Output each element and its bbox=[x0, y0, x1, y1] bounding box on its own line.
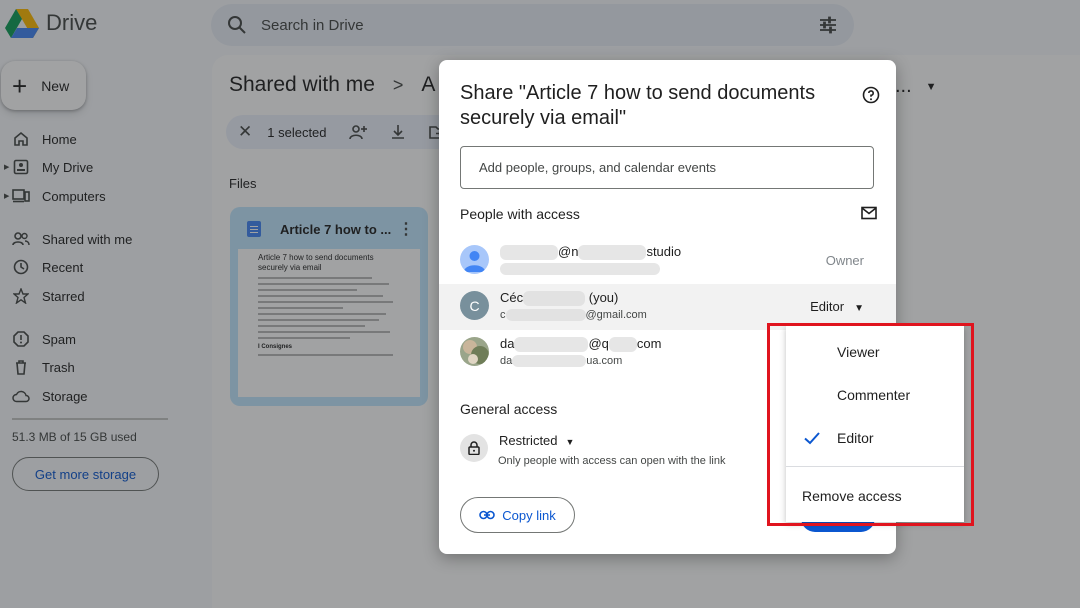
person-name: @n studio bbox=[500, 244, 682, 261]
general-access-dropdown[interactable]: Restricted ▼ bbox=[499, 433, 574, 448]
dropdown-arrow-icon: ▼ bbox=[565, 437, 575, 447]
share-dialog-title: Share "Article 7 how to send documents s… bbox=[460, 82, 816, 129]
avatar bbox=[460, 337, 489, 366]
person-name-part: @q bbox=[588, 336, 609, 351]
role-label: Editor bbox=[810, 299, 845, 314]
redacted-text bbox=[514, 337, 589, 353]
people-with-access-heading: People with access bbox=[460, 206, 580, 222]
access-level-label: Restricted bbox=[499, 433, 558, 448]
person-email: c @gmail.com bbox=[500, 309, 647, 322]
avatar bbox=[460, 245, 489, 274]
person-name-part: (you) bbox=[588, 290, 619, 305]
copy-link-button[interactable]: Copy link bbox=[460, 497, 575, 533]
redacted-text bbox=[608, 337, 637, 353]
email-part: @gmail.com bbox=[585, 309, 647, 321]
redacted-text bbox=[578, 245, 647, 261]
person-row-owner: @n studio Owner bbox=[439, 238, 896, 284]
person-name-part: com bbox=[636, 336, 662, 351]
owner-role-label: Owner bbox=[825, 253, 864, 268]
role-dropdown[interactable]: Editor ▼ bbox=[810, 299, 864, 314]
help-icon[interactable] bbox=[862, 86, 880, 104]
person-email: da ua.com bbox=[500, 355, 623, 368]
dropdown-arrow-icon: ▼ bbox=[854, 303, 864, 314]
email-part: ua.com bbox=[586, 355, 623, 367]
annotation-highlight-box bbox=[767, 323, 974, 526]
link-icon bbox=[479, 510, 496, 520]
person-name-part: studio bbox=[646, 244, 682, 259]
email-part: da bbox=[500, 355, 513, 367]
access-description: Only people with access can open with th… bbox=[498, 455, 726, 467]
person-email bbox=[500, 263, 660, 276]
add-people-input[interactable] bbox=[460, 146, 874, 189]
person-name-part: Céc bbox=[500, 290, 524, 305]
redacted-text bbox=[500, 245, 558, 261]
redacted-text bbox=[512, 355, 587, 368]
person-name-part: da bbox=[500, 336, 515, 351]
redacted-text bbox=[505, 309, 586, 322]
lock-icon bbox=[460, 434, 488, 462]
redacted-text bbox=[523, 291, 586, 307]
person-name-part: @n bbox=[558, 244, 579, 259]
person-name: Céc (you) bbox=[500, 290, 619, 307]
general-access-heading: General access bbox=[460, 401, 558, 417]
email-part: c bbox=[500, 309, 506, 321]
avatar: C bbox=[460, 291, 489, 320]
redacted-text bbox=[500, 263, 660, 276]
person-name: da @q com bbox=[500, 336, 662, 353]
copy-link-label: Copy link bbox=[502, 507, 556, 523]
mail-icon[interactable] bbox=[861, 206, 877, 220]
